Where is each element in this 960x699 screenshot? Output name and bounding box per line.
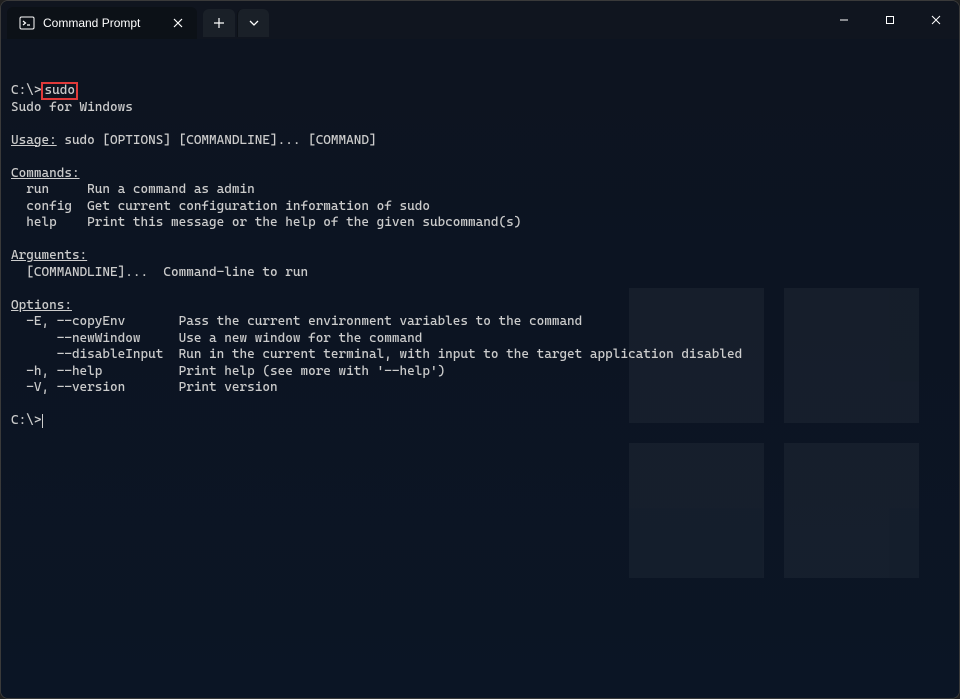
command-row: help Print this message or the help of t… — [11, 215, 521, 230]
window-controls — [821, 1, 959, 39]
prompt-prefix: C:\> — [11, 83, 41, 98]
windows-logo-watermark — [629, 288, 919, 578]
titlebar-drag-region[interactable] — [269, 1, 821, 39]
option-row: -h, --help Print help (see more with '--… — [11, 364, 445, 379]
prompt-prefix: C:\> — [11, 413, 41, 428]
option-row: -E, --copyEnv Pass the current environme… — [11, 314, 582, 329]
terminal-window: Command Prompt C:\>sudo S — [0, 0, 960, 699]
arguments-header: Arguments: — [11, 248, 87, 263]
commands-header: Commands: — [11, 166, 80, 181]
tab-command-prompt[interactable]: Command Prompt — [7, 7, 197, 39]
terminal-icon — [19, 15, 35, 31]
maximize-button[interactable] — [867, 1, 913, 39]
close-tab-button[interactable] — [169, 14, 187, 32]
prompt-line-1: C:\>sudo — [11, 83, 78, 98]
usage-line: Usage: sudo [OPTIONS] [COMMANDLINE]... [… — [11, 133, 377, 148]
arguments-line: [COMMANDLINE]... Command-line to run — [11, 265, 308, 280]
terminal-output[interactable]: C:\>sudo Sudo for Windows Usage: sudo [O… — [1, 39, 959, 698]
close-window-button[interactable] — [913, 1, 959, 39]
tab-title: Command Prompt — [43, 16, 161, 30]
command-row: run Run a command as admin — [11, 182, 255, 197]
minimize-button[interactable] — [821, 1, 867, 39]
usage-label: Usage: — [11, 133, 57, 148]
option-row: --newWindow Use a new window for the com… — [11, 331, 422, 346]
command-row: config Get current configuration informa… — [11, 199, 430, 214]
highlighted-command: sudo — [41, 82, 77, 100]
tab-dropdown-button[interactable] — [237, 9, 269, 37]
tab-actions — [203, 7, 269, 39]
cursor — [42, 414, 43, 428]
option-row: --disableInput Run in the current termin… — [11, 347, 742, 362]
new-tab-button[interactable] — [203, 9, 235, 37]
titlebar[interactable]: Command Prompt — [1, 1, 959, 39]
output-appname: Sudo for Windows — [11, 100, 133, 115]
option-row: -V, --version Print version — [11, 380, 278, 395]
options-header: Options: — [11, 298, 72, 313]
prompt-line-2[interactable]: C:\> — [11, 413, 43, 428]
